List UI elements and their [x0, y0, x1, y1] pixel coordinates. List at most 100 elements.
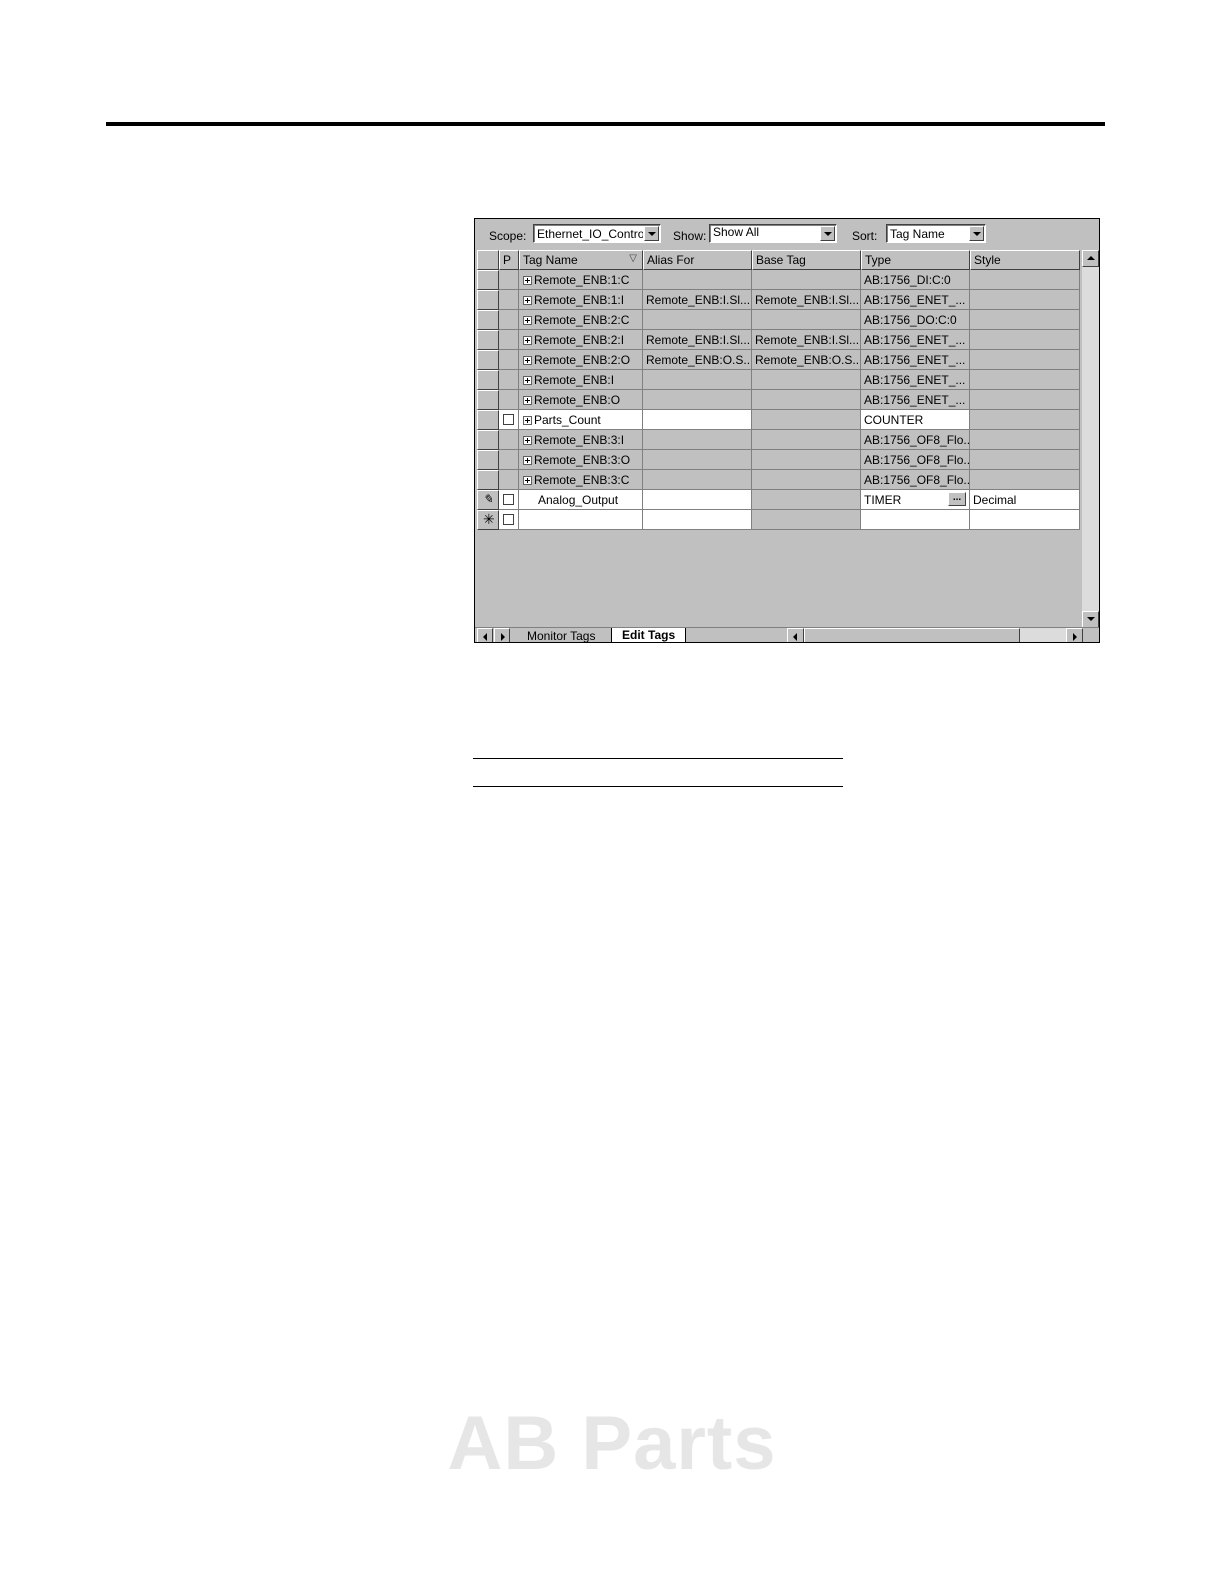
produced-checkbox[interactable] [503, 414, 514, 425]
style-cell[interactable] [970, 410, 1080, 430]
tag-name-cell[interactable]: Remote_ENB:1:I [519, 290, 643, 310]
table-row[interactable]: Remote_ENB:I AB:1756_ENET_... [477, 370, 1082, 390]
tab-next-icon[interactable] [494, 628, 510, 642]
produced-checkbox[interactable] [503, 514, 514, 525]
style-cell[interactable] [970, 510, 1080, 530]
produced-cell[interactable] [499, 490, 519, 510]
style-cell[interactable] [970, 290, 1080, 310]
expand-plus-icon[interactable] [523, 336, 532, 345]
column-header-style[interactable]: Style [970, 250, 1080, 270]
scope-dropdown[interactable]: Ethernet_IO_Control [533, 224, 661, 243]
type-cell[interactable]: AB:1756_ENET_... [861, 370, 970, 390]
expand-plus-icon[interactable] [523, 436, 532, 445]
row-selector[interactable] [477, 350, 499, 370]
expand-plus-icon[interactable] [523, 376, 532, 385]
alias-for-cell[interactable]: Remote_ENB:I.Sl... [643, 290, 752, 310]
expand-plus-icon[interactable] [523, 356, 532, 365]
style-cell[interactable] [970, 430, 1080, 450]
style-cell[interactable] [970, 330, 1080, 350]
scroll-right-icon[interactable] [1066, 628, 1083, 642]
style-cell[interactable] [970, 470, 1080, 490]
alias-for-cell[interactable] [643, 310, 752, 330]
type-cell[interactable]: AB:1756_OF8_Flo... [861, 430, 970, 450]
table-row[interactable]: Remote_ENB:3:I AB:1756_OF8_Flo... [477, 430, 1082, 450]
produced-cell[interactable] [499, 410, 519, 430]
table-row[interactable]: Parts_Count COUNTER [477, 410, 1082, 430]
expand-plus-icon[interactable] [523, 456, 532, 465]
pencil-icon[interactable]: ✎ [477, 490, 499, 510]
table-row-new[interactable]: ✳ [477, 510, 1082, 530]
table-row[interactable]: Remote_ENB:1:I Remote_ENB:I.Sl... Remote… [477, 290, 1082, 310]
type-cell[interactable]: AB:1756_ENET_... [861, 390, 970, 410]
browse-type-button[interactable]: ... [948, 492, 966, 506]
table-row[interactable]: Remote_ENB:2:C AB:1756_DO:C:0 [477, 310, 1082, 330]
tag-name-cell[interactable]: Remote_ENB:2:I [519, 330, 643, 350]
alias-for-cell[interactable]: Remote_ENB:O.S... [643, 350, 752, 370]
alias-for-cell[interactable] [643, 470, 752, 490]
scroll-down-icon[interactable] [1082, 611, 1099, 628]
row-selector[interactable] [477, 370, 499, 390]
column-header-type[interactable]: Type [861, 250, 970, 270]
alias-for-cell[interactable] [643, 510, 752, 530]
sort-dropdown[interactable]: Tag Name [886, 224, 986, 243]
row-selector[interactable] [477, 390, 499, 410]
expand-plus-icon[interactable] [523, 416, 532, 425]
column-header-tag-name[interactable]: Tag Name ▽ [519, 250, 643, 270]
alias-for-cell[interactable] [643, 390, 752, 410]
tag-name-cell[interactable]: Parts_Count [519, 410, 643, 430]
style-cell[interactable] [970, 370, 1080, 390]
style-cell[interactable]: Decimal [970, 490, 1080, 510]
table-row[interactable]: Remote_ENB:3:O AB:1756_OF8_Flo... [477, 450, 1082, 470]
style-cell[interactable] [970, 450, 1080, 470]
type-cell[interactable]: AB:1756_OF8_Flo... [861, 470, 970, 490]
row-selector[interactable] [477, 290, 499, 310]
column-header-base-tag[interactable]: Base Tag [752, 250, 861, 270]
show-dropdown[interactable]: Show All [709, 224, 837, 243]
tag-name-cell[interactable]: Remote_ENB:3:C [519, 470, 643, 490]
table-row[interactable]: Remote_ENB:3:C AB:1756_OF8_Flo... [477, 470, 1082, 490]
alias-for-cell[interactable] [643, 450, 752, 470]
type-cell[interactable]: AB:1756_ENET_... [861, 330, 970, 350]
scroll-up-icon[interactable] [1082, 250, 1099, 267]
type-cell[interactable]: AB:1756_ENET_... [861, 290, 970, 310]
tag-name-cell[interactable]: Remote_ENB:3:O [519, 450, 643, 470]
type-cell[interactable]: AB:1756_ENET_... [861, 350, 970, 370]
chevron-down-icon[interactable] [969, 226, 984, 241]
produced-checkbox[interactable] [503, 494, 514, 505]
expand-plus-icon[interactable] [523, 296, 532, 305]
expand-plus-icon[interactable] [523, 396, 532, 405]
alias-for-cell[interactable] [643, 490, 752, 510]
row-selector[interactable] [477, 270, 499, 290]
alias-for-cell[interactable] [643, 370, 752, 390]
horizontal-scroll-thumb[interactable] [804, 628, 1020, 642]
tab-prev-icon[interactable] [477, 628, 493, 642]
tab-edit-tags[interactable]: Edit Tags [611, 628, 687, 642]
tag-name-cell[interactable]: Analog_Output [519, 490, 643, 510]
scroll-left-icon[interactable] [787, 628, 804, 642]
produced-cell[interactable] [499, 510, 519, 530]
column-header-alias-for[interactable]: Alias For [643, 250, 752, 270]
column-header-p[interactable]: P [499, 250, 519, 270]
style-cell[interactable] [970, 390, 1080, 410]
alias-for-cell[interactable]: Remote_ENB:I.Sl... [643, 330, 752, 350]
tag-name-cell[interactable]: Remote_ENB:3:I [519, 430, 643, 450]
vertical-scrollbar[interactable] [1082, 250, 1099, 628]
tag-name-cell[interactable]: Remote_ENB:2:C [519, 310, 643, 330]
type-cell[interactable]: AB:1756_DI:C:0 [861, 270, 970, 290]
chevron-down-icon[interactable] [644, 226, 659, 241]
style-cell[interactable] [970, 350, 1080, 370]
tag-name-cell[interactable]: Remote_ENB:I [519, 370, 643, 390]
alias-for-cell[interactable] [643, 270, 752, 290]
alias-for-cell[interactable] [643, 430, 752, 450]
row-selector[interactable] [477, 330, 499, 350]
tab-monitor-tags[interactable]: Monitor Tags [515, 629, 603, 642]
horizontal-scrollbar[interactable] [787, 628, 1083, 642]
expand-plus-icon[interactable] [523, 476, 532, 485]
alias-for-cell[interactable] [643, 410, 752, 430]
type-cell[interactable]: TIMER... [861, 490, 970, 510]
table-row-editing[interactable]: ✎ Analog_Output TIMER... Decimal [477, 490, 1082, 510]
row-selector[interactable] [477, 450, 499, 470]
type-cell[interactable]: AB:1756_DO:C:0 [861, 310, 970, 330]
row-selector[interactable] [477, 410, 499, 430]
table-row[interactable]: Remote_ENB:2:O Remote_ENB:O.S... Remote_… [477, 350, 1082, 370]
